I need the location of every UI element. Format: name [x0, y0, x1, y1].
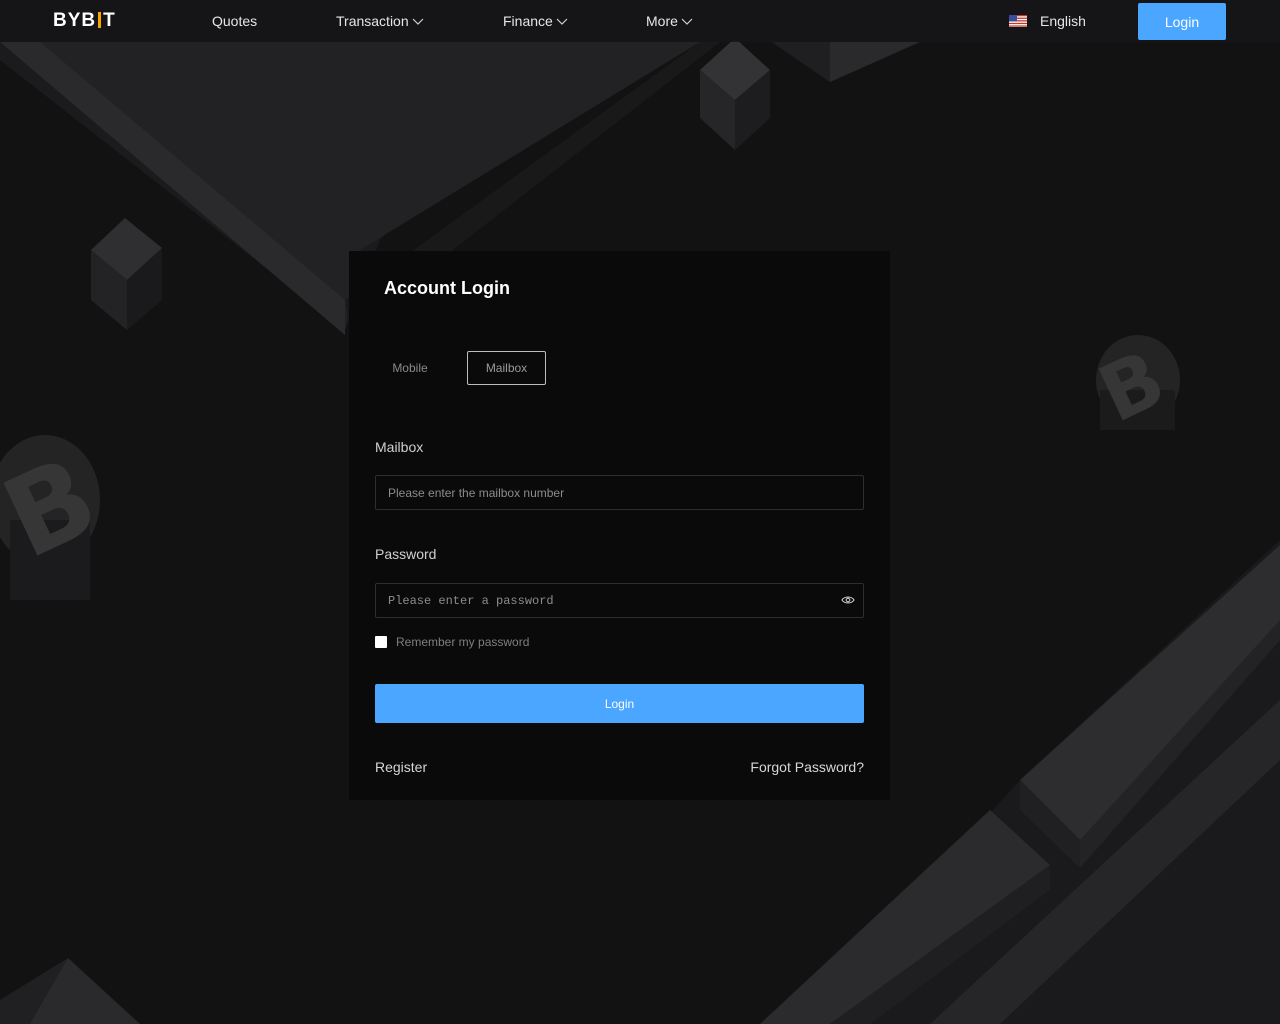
chevron-down-icon	[681, 18, 693, 25]
logo-text-right: T	[103, 10, 116, 31]
mailbox-label: Mailbox	[375, 439, 424, 455]
forgot-password-link[interactable]: Forgot Password?	[750, 759, 864, 775]
remember-password-checkbox[interactable]: Remember my password	[375, 635, 529, 649]
card-title: Account Login	[384, 278, 510, 298]
language-selector[interactable]: English	[1009, 13, 1086, 29]
nav-item-finance[interactable]: Finance	[503, 13, 568, 29]
login-card: Account Login Mobile Mailbox Mailbox Pas…	[349, 251, 890, 800]
nav-item-quotes[interactable]: Quotes	[212, 13, 257, 29]
tab-label: Mobile	[392, 361, 428, 375]
mailbox-input[interactable]	[375, 475, 864, 510]
us-flag-icon	[1009, 15, 1027, 27]
password-label: Password	[375, 546, 437, 562]
logo-accent-bar	[98, 12, 102, 28]
login-submit-button[interactable]: Login	[375, 684, 864, 723]
top-navigation-bar: BYB T Quotes Transaction Finance More En…	[0, 0, 1280, 42]
tab-label: Mailbox	[485, 361, 528, 375]
remember-password-label: Remember my password	[396, 635, 530, 649]
language-label: English	[1040, 13, 1086, 29]
chevron-down-icon	[556, 18, 568, 25]
logo-text-left: BYB	[53, 10, 97, 31]
eye-icon[interactable]	[841, 595, 855, 605]
nav-item-more[interactable]: More	[646, 13, 693, 29]
nav-item-label: Transaction	[336, 13, 409, 29]
bybit-logo[interactable]: BYB T	[53, 10, 116, 32]
tab-mobile[interactable]: Mobile	[378, 351, 442, 385]
password-input[interactable]	[375, 583, 864, 618]
register-link[interactable]: Register	[375, 759, 427, 775]
nav-item-transaction[interactable]: Transaction	[336, 13, 424, 29]
nav-item-label: More	[646, 13, 678, 29]
checkbox-box[interactable]	[375, 636, 387, 648]
nav-item-label: Quotes	[212, 13, 258, 29]
tab-mailbox[interactable]: Mailbox	[467, 351, 546, 385]
header-login-button[interactable]: Login	[1138, 3, 1226, 40]
chevron-down-icon	[412, 18, 424, 25]
nav-item-label: Finance	[503, 13, 553, 29]
